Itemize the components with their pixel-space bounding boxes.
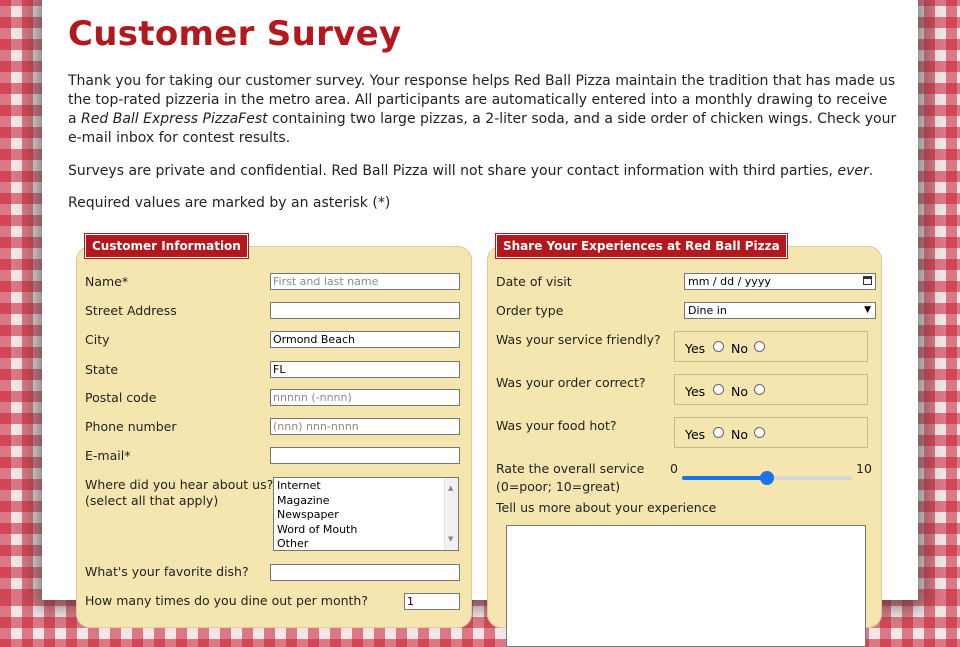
privacy-text-end: . [868, 163, 874, 179]
heard-option[interactable]: Magazine [277, 494, 458, 509]
privacy-paragraph: Surveys are private and confidential. Re… [68, 162, 898, 181]
slider-thumb[interactable] [760, 471, 774, 485]
date-value: mm / dd / yyyy [688, 275, 771, 288]
heard-option[interactable]: Internet [277, 479, 458, 494]
dineout-field[interactable]: 1 [404, 593, 460, 610]
state-value: FL [273, 363, 286, 376]
phone-placeholder: (nnn) nnn-nnnn [273, 420, 359, 433]
postal-placeholder: nnnnn (-nnnn) [273, 391, 352, 404]
name-label: Name* [85, 274, 129, 289]
no-label: No [731, 384, 748, 399]
survey-page: Customer Survey Thank you for taking our… [42, 0, 918, 647]
friendly-no-radio[interactable] [754, 341, 765, 352]
postal-field[interactable]: nnnnn (-nnnn) [270, 389, 460, 406]
hot-label: Was your food hot? [496, 418, 617, 433]
date-label: Date of visit [496, 274, 572, 289]
friendly-yes-radio[interactable] [713, 341, 724, 352]
phone-field[interactable]: (nnn) nnn-nnnn [270, 418, 460, 435]
dineout-value: 1 [407, 595, 414, 608]
correct-yes-radio[interactable] [713, 384, 724, 395]
rate-min-label: 0 [670, 461, 678, 476]
date-field[interactable]: mm / dd / yyyy [684, 273, 876, 290]
heard-option[interactable]: Newspaper [277, 508, 458, 523]
email-field[interactable] [270, 447, 460, 464]
heard-sublabel: (select all that apply) [85, 493, 219, 508]
required-note: Required values are marked by an asteris… [68, 195, 391, 211]
city-label: City [85, 332, 110, 347]
customer-info-legend: Customer Information [85, 234, 248, 258]
scroll-down-icon[interactable]: ▼ [448, 532, 453, 547]
yes-label: Yes [685, 341, 706, 356]
state-field[interactable]: FL [270, 361, 460, 378]
experience-fieldset: Share Your Experiences at Red Ball Pizza… [487, 234, 882, 647]
friendly-label: Was your service friendly? [496, 332, 661, 347]
yes-label: Yes [685, 427, 706, 442]
yes-label: Yes [685, 384, 706, 399]
correct-radio-group: Yes No [674, 374, 868, 405]
privacy-emphasis: ever [837, 163, 869, 179]
slider-fill [682, 476, 767, 480]
dineout-label: How many times do you dine out per month… [85, 593, 368, 608]
intro-paragraph: Thank you for taking our customer survey… [68, 72, 898, 148]
experience-textarea[interactable] [506, 525, 866, 647]
city-value: Ormond Beach [273, 333, 355, 346]
rate-max-label: 10 [856, 461, 872, 476]
rate-label: Rate the overall service [496, 461, 645, 476]
name-field[interactable]: First and last name [270, 273, 460, 290]
correct-no-radio[interactable] [754, 384, 765, 395]
dish-label: What's your favorite dish? [85, 564, 249, 579]
hot-no-radio[interactable] [754, 427, 765, 438]
state-label: State [85, 362, 119, 377]
street-label: Street Address [85, 303, 177, 318]
heard-listbox[interactable]: Internet Magazine Newspaper Word of Mout… [273, 477, 459, 551]
tell-label: Tell us more about your experience [496, 500, 717, 515]
customer-info-fieldset: Customer Information Name* First and las… [76, 234, 472, 628]
rate-sublabel: (0=poor; 10=great) [496, 479, 621, 494]
order-label: Order type [496, 303, 564, 318]
correct-label: Was your order correct? [496, 375, 646, 390]
intro-emphasis: Red Ball Express PizzaFest [81, 111, 268, 127]
heard-option[interactable]: Word of Mouth [277, 523, 458, 538]
name-placeholder: First and last name [273, 275, 379, 288]
no-label: No [731, 427, 748, 442]
postal-label: Postal code [85, 390, 157, 405]
street-field[interactable] [270, 302, 460, 319]
friendly-radio-group: Yes No [674, 331, 868, 362]
listbox-scrollbar[interactable]: ▲ ▼ [444, 478, 458, 550]
privacy-text: Surveys are private and confidential. Re… [68, 163, 838, 179]
dish-field[interactable] [270, 564, 460, 581]
hot-yes-radio[interactable] [713, 427, 724, 438]
page-title: Customer Survey [68, 14, 402, 54]
hot-radio-group: Yes No [674, 417, 868, 448]
heard-option[interactable]: Other [277, 537, 458, 552]
calendar-icon[interactable] [863, 276, 872, 285]
experience-legend: Share Your Experiences at Red Ball Pizza [496, 234, 787, 258]
no-label: No [731, 341, 748, 356]
order-select[interactable]: Dine in ▼ [684, 302, 876, 319]
rating-slider[interactable] [682, 471, 852, 485]
phone-label: Phone number [85, 419, 177, 434]
email-label: E-mail* [85, 448, 131, 463]
city-field[interactable]: Ormond Beach [270, 331, 460, 348]
order-value: Dine in [688, 304, 727, 317]
chevron-down-icon: ▼ [864, 305, 871, 315]
scroll-up-icon[interactable]: ▲ [448, 481, 453, 496]
heard-label: Where did you hear about us? [85, 477, 274, 492]
